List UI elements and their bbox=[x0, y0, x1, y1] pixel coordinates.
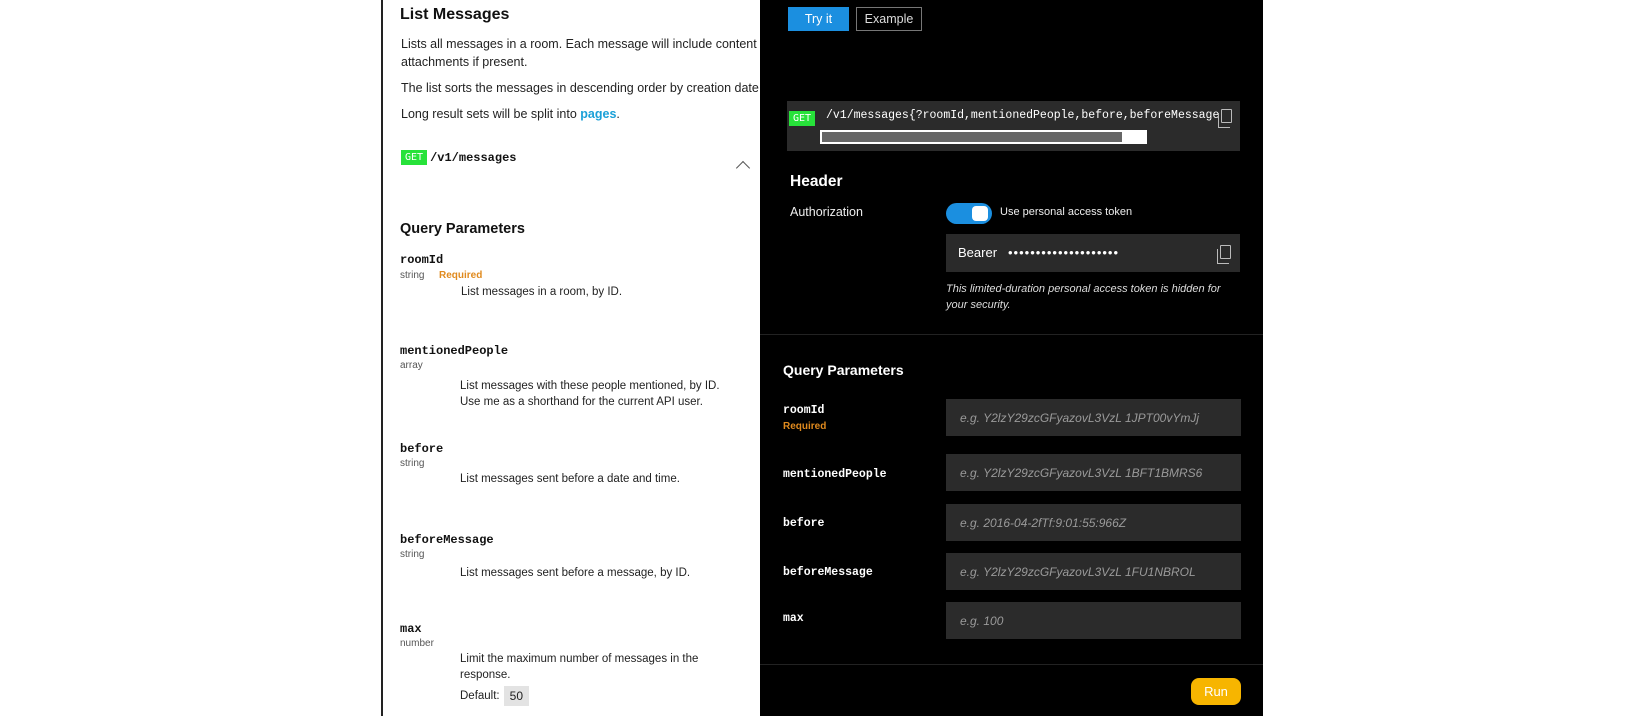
query-params-title: Query Parameters bbox=[400, 221, 525, 237]
console-param-name-beforemessage: beforeMessage bbox=[783, 566, 873, 579]
chevron-up-icon[interactable] bbox=[735, 160, 751, 176]
run-button[interactable]: Run bbox=[1191, 678, 1241, 705]
description-line-3: Long result sets will be split into page… bbox=[401, 105, 620, 123]
beforemessage-input[interactable] bbox=[946, 553, 1241, 590]
authorization-label: Authorization bbox=[790, 205, 863, 219]
description-text: Long result sets will be split into bbox=[401, 107, 581, 121]
default-value: 50 bbox=[503, 686, 529, 706]
token-masked-value: •••••••••••••••••••• bbox=[1008, 245, 1120, 260]
default-row: Default: 50 bbox=[460, 686, 529, 706]
footer-divider bbox=[760, 664, 1263, 665]
param-name-mentionedpeople: mentionedPeople bbox=[400, 344, 509, 358]
param-required-roomid: Required bbox=[439, 270, 483, 281]
param-type-before: string bbox=[400, 458, 425, 469]
page-title: List Messages bbox=[400, 6, 510, 23]
bearer-label: Bearer bbox=[958, 245, 998, 260]
toggle-knob bbox=[972, 206, 988, 221]
docs-panel: List Messages Lists all messages in a ro… bbox=[381, 0, 763, 716]
section-divider bbox=[760, 334, 1263, 335]
example-tab[interactable]: Example bbox=[856, 7, 922, 31]
param-type-mentionedpeople: array bbox=[400, 360, 423, 371]
param-name-beforemessage: beforeMessage bbox=[400, 533, 494, 547]
endpoint-row: GET /v1/messages bbox=[401, 150, 516, 165]
url-scrollbar-thumb[interactable] bbox=[822, 132, 1123, 142]
endpoint-path: /v1/messages bbox=[430, 150, 517, 165]
copy-token-icon[interactable] bbox=[1217, 245, 1231, 264]
try-it-tab[interactable]: Try it bbox=[788, 7, 849, 31]
console-query-params-title: Query Parameters bbox=[783, 362, 904, 378]
request-url-box: GET /v1/messages{?roomId,mentionedPeople… bbox=[787, 101, 1240, 151]
pages-link[interactable]: pages bbox=[580, 107, 616, 121]
param-type-max: number bbox=[400, 638, 434, 649]
console-param-name-mentionedpeople: mentionedPeople bbox=[783, 468, 887, 481]
copy-url-icon[interactable] bbox=[1218, 109, 1232, 128]
param-name-before: before bbox=[400, 442, 444, 456]
url-scrollbar[interactable] bbox=[820, 130, 1147, 144]
console-param-name-roomid: roomId bbox=[783, 404, 825, 417]
console-param-name-max: max bbox=[783, 612, 804, 625]
param-name-max: max bbox=[400, 622, 422, 636]
param-type-roomid: string bbox=[400, 270, 425, 281]
param-desc-roomid: List messages in a room, by ID. bbox=[461, 286, 623, 298]
bearer-token-field[interactable]: Bearer •••••••••••••••••••• bbox=[946, 234, 1240, 272]
header-title: Header bbox=[790, 173, 843, 190]
param-desc-mentionedpeople-1: List messages with these people mentione… bbox=[460, 380, 720, 392]
param-desc-max-1: Limit the maximum number of messages in … bbox=[460, 653, 699, 665]
mentionedpeople-input[interactable] bbox=[946, 454, 1241, 491]
param-desc-max-2: response. bbox=[460, 669, 511, 681]
console-panel: Try it Example GET /v1/messages{?roomId,… bbox=[760, 0, 1263, 716]
default-label: Default: bbox=[460, 690, 500, 702]
param-name-roomid: roomId bbox=[400, 253, 444, 267]
roomid-input[interactable] bbox=[946, 399, 1241, 436]
description-suffix: . bbox=[616, 107, 620, 121]
toggle-label: Use personal access token bbox=[1000, 206, 1133, 218]
console-param-required-roomid: Required bbox=[783, 421, 827, 432]
param-desc-before: List messages sent before a date and tim… bbox=[460, 473, 680, 485]
param-desc-beforemessage: List messages sent before a message, by … bbox=[460, 567, 691, 579]
description-line-1b: attachments if present. bbox=[401, 55, 528, 69]
console-method-badge: GET bbox=[789, 111, 816, 126]
personal-token-toggle[interactable] bbox=[946, 203, 992, 224]
param-desc-mentionedpeople-2: Use me as a shorthand for the current AP… bbox=[460, 396, 703, 408]
token-note: This limited-duration personal access to… bbox=[946, 283, 1221, 311]
request-url: /v1/messages{?roomId,mentionedPeople,bef… bbox=[826, 109, 1220, 122]
method-badge: GET bbox=[401, 150, 428, 165]
before-input[interactable] bbox=[946, 504, 1241, 541]
description-line-1: Lists all messages in a room. Each messa… bbox=[401, 37, 757, 51]
param-type-beforemessage: string bbox=[400, 549, 425, 560]
description-line-2: The list sorts the messages in descendin… bbox=[401, 81, 763, 95]
console-param-name-before: before bbox=[783, 517, 825, 530]
max-input[interactable] bbox=[946, 602, 1241, 639]
